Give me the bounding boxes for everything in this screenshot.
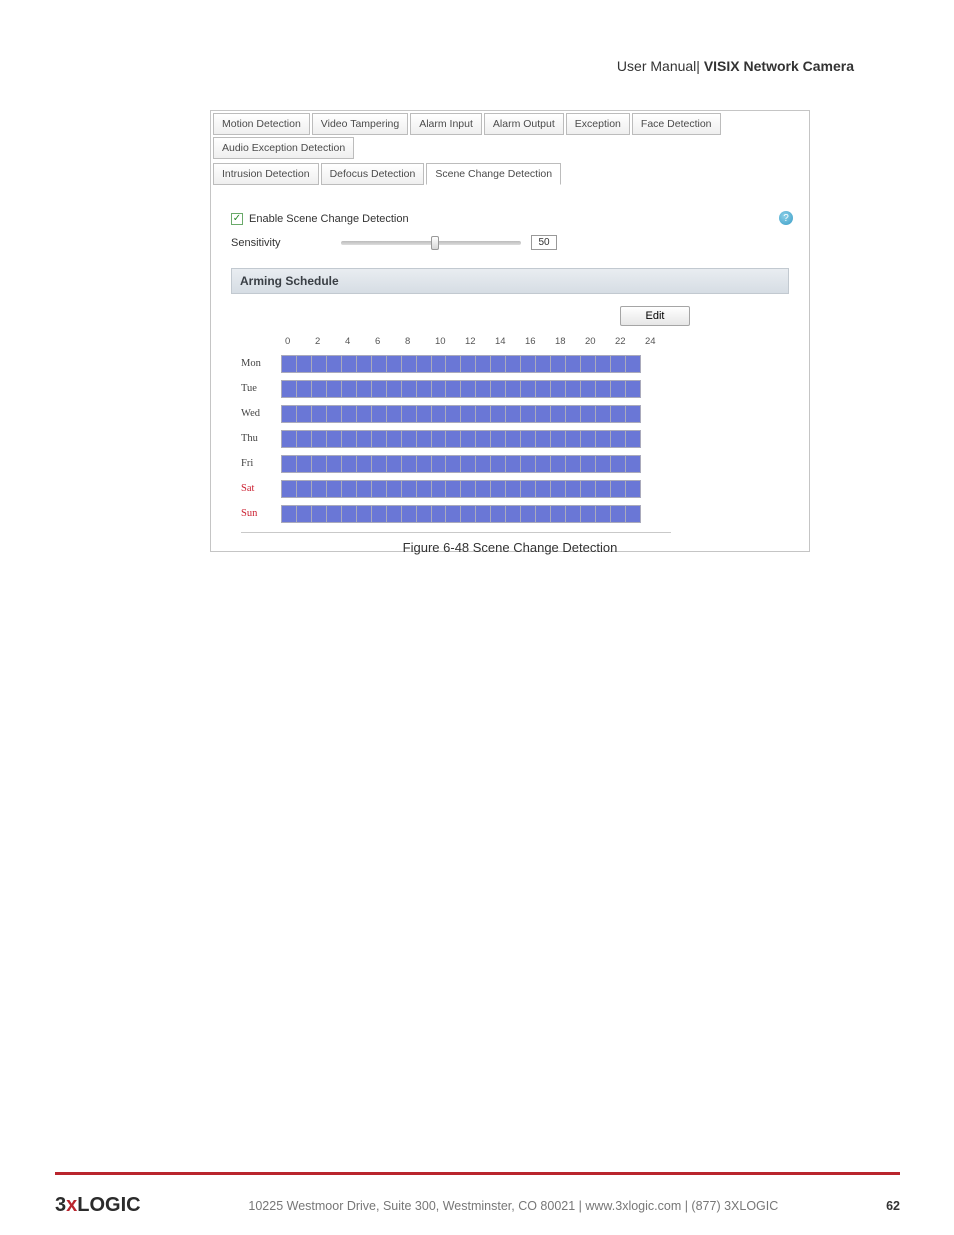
day-row: Sun (241, 501, 671, 526)
sensitivity-label: Sensitivity (231, 237, 341, 249)
day-row: Wed (241, 401, 671, 426)
config-panel: Motion Detection Video Tampering Alarm I… (210, 110, 810, 552)
edit-wrap: Edit (231, 306, 789, 326)
day-grid[interactable] (281, 480, 641, 498)
caption-title: Scene Change Detection (473, 540, 618, 555)
panel-body: ✓ Enable Scene Change Detection ? Sensit… (211, 187, 809, 551)
hour-labels: 0 2 4 6 8 10 12 14 16 18 20 22 24 (285, 336, 671, 347)
day-grid[interactable] (281, 355, 641, 373)
sensitivity-slider[interactable] (341, 241, 521, 245)
day-label: Tue (241, 383, 281, 394)
tab-audio-exception[interactable]: Audio Exception Detection (213, 137, 354, 159)
hour-label: 4 (345, 336, 375, 347)
hour-label: 18 (555, 336, 585, 347)
day-row: Fri (241, 451, 671, 476)
day-grid[interactable] (281, 405, 641, 423)
edit-button[interactable]: Edit (620, 306, 690, 326)
day-label: Wed (241, 408, 281, 419)
figure-caption: Figure 6-48 Scene Change Detection (210, 540, 810, 555)
caption-prefix: Figure 6-48 (403, 540, 473, 555)
footer: 3xLOGIC 10225 Westmoor Drive, Suite 300,… (55, 1194, 900, 1217)
page-number: 62 (886, 1199, 900, 1213)
day-grid[interactable] (281, 380, 641, 398)
hour-label: 22 (615, 336, 645, 347)
sensitivity-row: Sensitivity 50 (231, 235, 789, 250)
logo: 3xLOGIC (55, 1194, 141, 1217)
tab-intrusion-detection[interactable]: Intrusion Detection (213, 163, 319, 185)
hour-label: 20 (585, 336, 615, 347)
day-row: Tue (241, 376, 671, 401)
help-icon[interactable]: ? (779, 211, 793, 225)
hour-label: 2 (315, 336, 345, 347)
footer-text: 10225 Westmoor Drive, Suite 300, Westmin… (248, 1199, 778, 1213)
tab-scene-change-detection[interactable]: Scene Change Detection (426, 163, 561, 185)
hour-label: 12 (465, 336, 495, 347)
day-grid[interactable] (281, 455, 641, 473)
day-grid[interactable] (281, 505, 641, 523)
tabs-row-2: Intrusion Detection Defocus Detection Sc… (211, 161, 809, 187)
day-label: Sat (241, 483, 281, 494)
hour-label: 16 (525, 336, 555, 347)
hour-label: 0 (285, 336, 315, 347)
tab-defocus-detection[interactable]: Defocus Detection (321, 163, 425, 185)
tab-alarm-input[interactable]: Alarm Input (410, 113, 482, 135)
page-header: User Manual| VISIX Network Camera (617, 58, 854, 74)
slider-thumb[interactable] (431, 236, 439, 250)
tab-exception[interactable]: Exception (566, 113, 630, 135)
tab-motion-detection[interactable]: Motion Detection (213, 113, 310, 135)
enable-row: ✓ Enable Scene Change Detection ? (231, 213, 789, 225)
enable-label: Enable Scene Change Detection (249, 213, 409, 225)
arming-schedule-header: Arming Schedule (231, 268, 789, 294)
hour-label: 6 (375, 336, 405, 347)
schedule-grid: 0 2 4 6 8 10 12 14 16 18 20 22 24 Mon Tue… (241, 336, 671, 533)
hour-label: 10 (435, 336, 465, 347)
day-label: Sun (241, 508, 281, 519)
day-row: Thu (241, 426, 671, 451)
tab-video-tampering[interactable]: Video Tampering (312, 113, 408, 135)
header-left: User Manual| (617, 58, 700, 74)
tab-alarm-output[interactable]: Alarm Output (484, 113, 564, 135)
day-grid[interactable] (281, 430, 641, 448)
tab-face-detection[interactable]: Face Detection (632, 113, 721, 135)
day-row: Sat (241, 476, 671, 501)
footer-divider (55, 1172, 900, 1175)
day-label: Mon (241, 358, 281, 369)
header-right: VISIX Network Camera (704, 58, 854, 74)
sensitivity-value: 50 (531, 235, 557, 250)
enable-checkbox[interactable]: ✓ (231, 213, 243, 225)
hour-label: 24 (645, 336, 675, 347)
hour-label: 14 (495, 336, 525, 347)
day-row: Mon (241, 351, 671, 376)
day-label: Fri (241, 458, 281, 469)
day-label: Thu (241, 433, 281, 444)
tabs-row-1: Motion Detection Video Tampering Alarm I… (211, 111, 809, 161)
hour-label: 8 (405, 336, 435, 347)
